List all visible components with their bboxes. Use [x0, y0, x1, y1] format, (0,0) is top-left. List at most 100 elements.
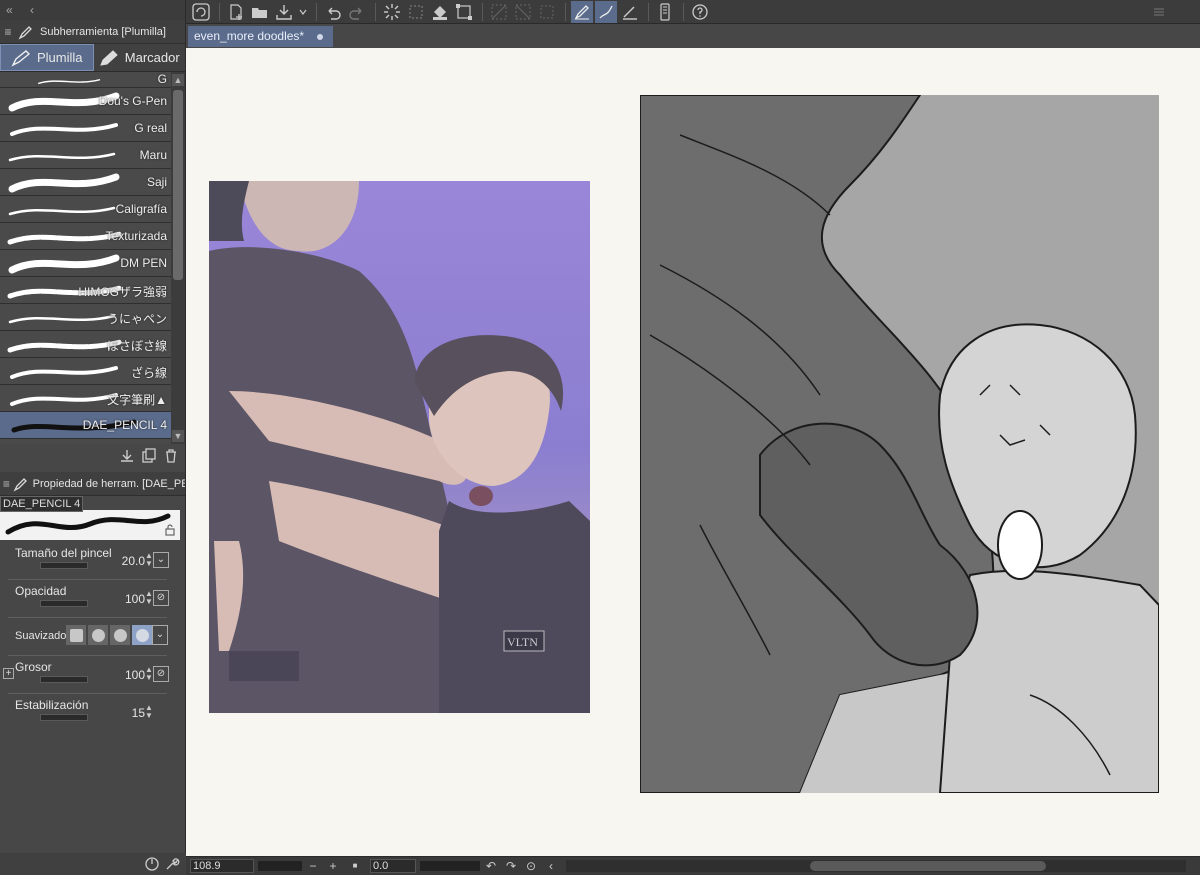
panel-menu-icon[interactable]: ≡: [0, 25, 16, 39]
scroll-down-icon[interactable]: ▼: [172, 430, 184, 442]
canvas-area[interactable]: VLTN: [186, 48, 1200, 856]
spinner-icon[interactable]: ▲ ▼: [145, 704, 153, 720]
redo-icon[interactable]: [346, 1, 368, 23]
scrollbar-thumb[interactable]: [173, 90, 183, 280]
back-button[interactable]: ‹: [30, 3, 34, 17]
stabilization-value[interactable]: 15: [132, 706, 145, 720]
brush-item[interactable]: ざら線: [0, 358, 185, 385]
scroll-up-icon[interactable]: ▲: [172, 74, 184, 86]
brush-item[interactable]: ぼさぼさ線: [0, 331, 185, 358]
spinner-icon[interactable]: ▲ ▼: [145, 590, 153, 606]
opacity-row: Opacidad 100 ▲ ▼ ⊘: [0, 580, 185, 618]
tab-label: Marcador: [124, 50, 180, 65]
horizontal-scrollbar[interactable]: [566, 860, 1186, 872]
smoothing-option-softer[interactable]: [110, 625, 130, 645]
import-icon[interactable]: [119, 448, 135, 464]
thickness-value[interactable]: 100: [125, 668, 145, 682]
spinner-icon[interactable]: ▲ ▼: [145, 666, 153, 682]
pen-stroke-icon[interactable]: [595, 0, 617, 23]
property-panel-title: Propiedad de herram. [DAE_PENCIL 4]: [32, 477, 185, 490]
brush-item[interactable]: G: [0, 72, 185, 88]
open-folder-icon[interactable]: [249, 1, 271, 23]
thickness-settings-button[interactable]: ⊘: [153, 666, 169, 682]
deselect-icon[interactable]: [488, 1, 510, 23]
brush-item[interactable]: うにゃペン: [0, 304, 185, 331]
opacity-settings-button[interactable]: ⊘: [153, 590, 169, 606]
ruler-pen-icon[interactable]: [619, 1, 641, 23]
unsaved-dot-icon[interactable]: [317, 33, 324, 40]
brush-item[interactable]: G real: [0, 115, 185, 142]
brush-item[interactable]: Saji: [0, 169, 185, 196]
marker-icon: [99, 49, 118, 66]
document-tab[interactable]: even_more doodles*: [188, 26, 334, 47]
trash-icon[interactable]: [163, 448, 179, 464]
brush-stroke-preview: [10, 123, 118, 136]
panel-menu-icon[interactable]: ≡: [0, 477, 13, 491]
brush-list-scrollbar[interactable]: ▲ ▼: [171, 72, 185, 444]
device-icon[interactable]: [654, 1, 676, 23]
chevron-down-icon[interactable]: [297, 1, 309, 23]
invert-selection-icon[interactable]: [512, 1, 534, 23]
smoothing-options: [66, 625, 152, 645]
tool-tabs: Plumilla Marcador: [0, 44, 185, 72]
new-file-icon[interactable]: [225, 1, 247, 23]
zoom-slider[interactable]: [258, 861, 302, 871]
rotate-right-icon[interactable]: ↷: [504, 858, 518, 874]
duplicate-icon[interactable]: [141, 448, 157, 464]
thickness-slider[interactable]: [40, 676, 88, 683]
subtool-panel-title: Subherramienta [Plumilla]: [40, 25, 166, 38]
help-icon[interactable]: [689, 1, 711, 23]
scrollbar-thumb[interactable]: [810, 861, 1046, 871]
zoom-out-icon[interactable]: −: [306, 858, 320, 874]
opacity-value[interactable]: 100: [125, 592, 145, 606]
pen-pressure-icon[interactable]: [571, 0, 593, 23]
brush-list: G Dou's G-Pen G real Maru Saji Caligrafía Text…: [0, 72, 185, 444]
smoothing-option-soft[interactable]: [88, 625, 108, 645]
panel-menu-icon[interactable]: [1148, 1, 1170, 23]
clear-selection-icon[interactable]: [536, 1, 558, 23]
brush-item[interactable]: Maru: [0, 142, 185, 169]
subtool-panel-header: ≡ Subherramienta [Plumilla]: [0, 20, 185, 44]
tab-plumilla[interactable]: Plumilla: [0, 44, 94, 71]
brush-item[interactable]: DAE_PENCIL 4: [0, 412, 185, 439]
transform-icon[interactable]: [405, 1, 427, 23]
undo-icon[interactable]: [322, 1, 344, 23]
brush-item[interactable]: Texturizada: [0, 223, 185, 250]
brush-size-row: Tamaño del pincel 20.0 ▲ ▼ ⌄: [0, 542, 185, 580]
tab-marcador[interactable]: Marcador: [94, 44, 186, 71]
smoothing-option-softest[interactable]: [132, 625, 152, 645]
opacity-slider[interactable]: [40, 600, 88, 607]
lock-icon[interactable]: [164, 524, 176, 536]
reset-rotation-icon[interactable]: ⊙: [524, 858, 538, 874]
brush-size-value[interactable]: 20.0: [122, 554, 145, 568]
wrench-icon[interactable]: [164, 856, 180, 872]
zoom-in-icon[interactable]: +: [326, 858, 340, 874]
expand-icon[interactable]: +: [3, 668, 14, 679]
thickness-row: + Grosor 100 ▲ ▼ ⊘: [0, 656, 185, 694]
rotate-left-icon[interactable]: ↶: [484, 858, 498, 874]
app-logo-icon[interactable]: [190, 1, 212, 23]
brush-item[interactable]: DM PEN: [0, 250, 185, 277]
spinner-icon[interactable]: ▲ ▼: [145, 552, 153, 568]
brush-size-slider[interactable]: [40, 562, 88, 569]
collapse-panel-button[interactable]: «: [6, 3, 13, 17]
stabilization-slider[interactable]: [40, 714, 88, 721]
zoom-input[interactable]: 108.9: [190, 859, 254, 873]
stabilization-row: Estabilización 15 ▲ ▼: [0, 694, 185, 732]
rotation-input[interactable]: 0.0: [370, 859, 416, 873]
brush-item[interactable]: HIMOGザラ強弱: [0, 277, 185, 304]
pressure-settings-button[interactable]: ⌄: [153, 552, 169, 568]
settings-dial-icon[interactable]: [144, 856, 160, 872]
fit-view-icon[interactable]: ■: [348, 858, 362, 874]
save-icon[interactable]: [273, 1, 295, 23]
chevron-down-icon[interactable]: ⌄: [152, 625, 168, 645]
chevron-left-icon[interactable]: ‹: [544, 858, 558, 874]
brush-item[interactable]: Dou's G-Pen: [0, 88, 185, 115]
rotation-slider[interactable]: [420, 861, 480, 871]
fill-bucket-icon[interactable]: [429, 1, 451, 23]
brush-item[interactable]: 文字筆刷▲: [0, 385, 185, 412]
brush-item[interactable]: Caligrafía: [0, 196, 185, 223]
selection-bounds-icon[interactable]: [453, 1, 475, 23]
loading-icon[interactable]: [381, 1, 403, 23]
smoothing-option-rough[interactable]: [66, 625, 86, 645]
